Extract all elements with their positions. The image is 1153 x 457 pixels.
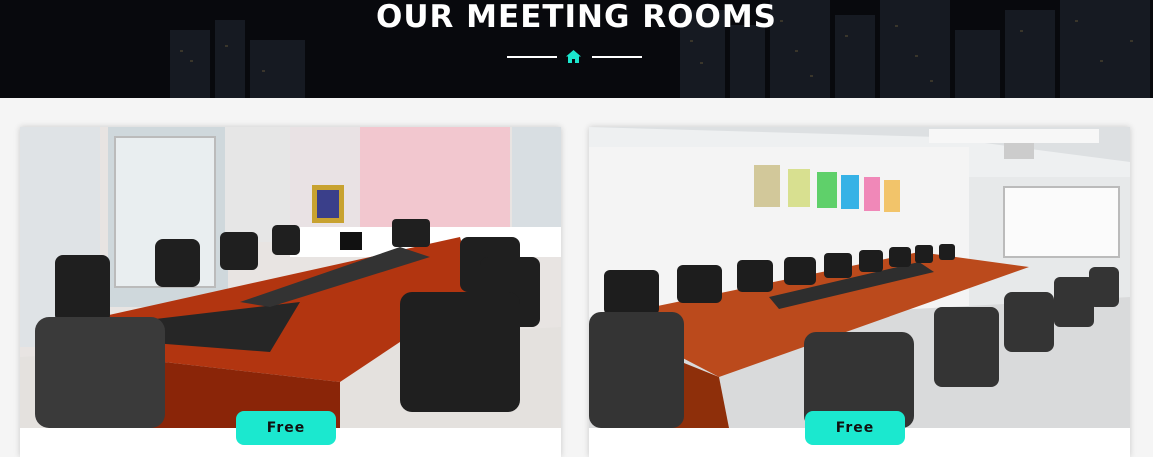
divider-line-right: [592, 56, 642, 58]
title-divider: [0, 48, 1153, 66]
home-icon: [566, 50, 581, 63]
page-title: OUR MEETING ROOMS: [375, 0, 777, 35]
meeting-room-photo: [589, 127, 1130, 428]
room-card[interactable]: Free: [589, 127, 1130, 457]
room-card[interactable]: Free: [20, 127, 561, 457]
availability-badge[interactable]: Free: [805, 411, 905, 445]
hero-banner: OUR MEETING ROOMS: [0, 0, 1153, 98]
availability-badge[interactable]: Free: [236, 411, 336, 445]
meeting-room-photo: [20, 127, 561, 428]
divider-line-left: [507, 56, 557, 58]
